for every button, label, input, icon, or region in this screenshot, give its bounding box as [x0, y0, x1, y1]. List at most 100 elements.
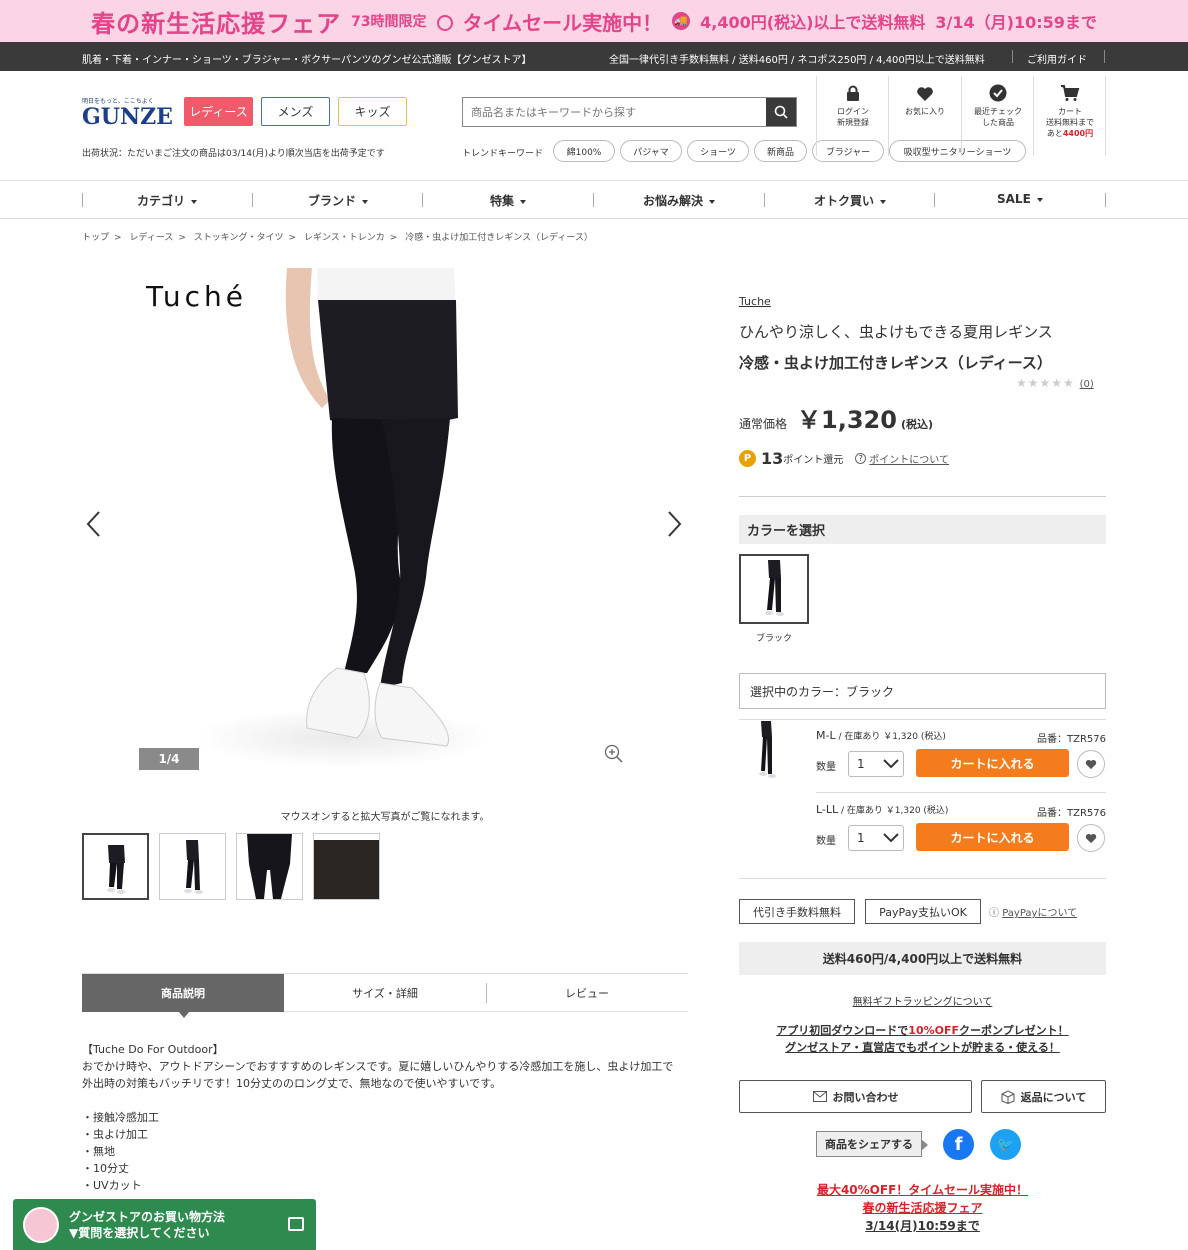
rating-stars[interactable]: ★★★★★ (0): [1016, 376, 1094, 390]
ladies-button[interactable]: レディース: [184, 97, 253, 126]
gunze-logo[interactable]: 明日をもっと、ここちよく GUNZE: [82, 96, 173, 129]
nav-sale[interactable]: SALE: [997, 192, 1043, 206]
promo-banner[interactable]: 春の新生活応援フェア 73時間限定 タイムセール実施中！ 🚚 4,400円(税込…: [0, 0, 1188, 42]
kids-button[interactable]: キッズ: [338, 97, 407, 126]
quantity-select[interactable]: 1: [848, 751, 904, 777]
trend-keyword[interactable]: ショーツ: [687, 140, 749, 162]
help-subtitle: ▼質問を選択してください: [69, 1225, 210, 1240]
search-bar: [462, 97, 797, 127]
points-info-link[interactable]: ポイントについて: [869, 451, 949, 466]
review-count[interactable]: (0): [1080, 379, 1094, 390]
delivery-icon: 🚚: [672, 12, 691, 30]
product-main-image[interactable]: [82, 268, 688, 780]
divider: [739, 719, 1106, 720]
divider: [961, 76, 962, 156]
feature-item: ・虫よけ加工: [82, 1128, 148, 1141]
divider: [934, 193, 935, 207]
global-nav: カテゴリ ブランド 特集 お悩み解決 オトク買い SALE: [0, 180, 1188, 219]
caret-down-icon: [1036, 197, 1043, 202]
chevron-right-icon[interactable]: [665, 510, 683, 538]
trend-keyword[interactable]: パジャマ: [620, 140, 682, 162]
nav-solutions[interactable]: お悩み解決: [643, 192, 716, 209]
favorites-link[interactable]: お気に入り: [890, 82, 960, 117]
tab-size-details[interactable]: サイズ・詳細: [284, 974, 486, 1012]
description-line: 外出時の対策もバッチリです！10分丈ののロング丈で、無地なので使いやすいです。: [82, 1077, 502, 1090]
cart-remain: あと4400円: [1046, 129, 1094, 138]
nav-deals[interactable]: オトク買い: [814, 192, 887, 209]
trend-keyword[interactable]: 吸収型サニタリーショーツ: [889, 140, 1026, 162]
recently-viewed-link[interactable]: 最近チェック した商品: [963, 82, 1033, 128]
breadcrumb-item[interactable]: レギンス・トレンカ: [304, 233, 385, 243]
nav-category[interactable]: カテゴリ: [137, 192, 198, 209]
divider: [816, 76, 817, 156]
question-icon: ⓘ: [989, 908, 999, 919]
timesale-link[interactable]: 最大40%OFF！タイムセール実施中！ 春の新生活応援フェア 3/14(月)10…: [739, 1181, 1106, 1235]
shopping-guide-widget[interactable]: グンゼストアのお買い物方法 ▼質問を選択してください: [13, 1199, 316, 1250]
image-counter: 1/4: [139, 748, 199, 770]
shipping-box: 送料460円/4,400円以上で送料無料: [739, 942, 1106, 975]
add-to-cart-button[interactable]: カートに入れる: [916, 749, 1069, 777]
search-input[interactable]: [463, 98, 766, 126]
breadcrumb-item[interactable]: レディース: [129, 233, 173, 243]
brand-link[interactable]: Tuche: [739, 295, 1106, 308]
trend-keyword[interactable]: ブラジャー: [812, 140, 884, 162]
thumbnail[interactable]: [236, 833, 303, 900]
login-link[interactable]: ログイン 新規登録: [818, 82, 888, 128]
thumbnail[interactable]: [82, 833, 149, 900]
color-swatch-black[interactable]: [739, 554, 809, 624]
product-name: 冷感・虫よけ加工付きレギンス（レディース）: [739, 354, 1052, 372]
product-tabs: 商品説明 サイズ・詳細 レビュー: [82, 973, 688, 1018]
recent-label-2: した商品: [982, 118, 1014, 127]
nav-brand[interactable]: ブランド: [308, 192, 369, 209]
contact-button[interactable]: お問い合わせ: [739, 1080, 972, 1113]
divider: [816, 792, 1106, 793]
breadcrumb-item[interactable]: ストッキング・タイツ: [194, 233, 284, 243]
guide-link[interactable]: ご利用ガイド: [1027, 51, 1087, 66]
favorite-button[interactable]: [1077, 750, 1105, 778]
zoom-in-icon[interactable]: [604, 744, 624, 764]
help-title: グンゼストアのお買い物方法: [69, 1209, 226, 1224]
price-label: 通常価格: [739, 417, 788, 431]
divider: [1105, 76, 1106, 156]
description-heading: 【Tuche Do For Outdoor】: [82, 1043, 224, 1056]
cart-note: 送料無料まで: [1046, 118, 1094, 127]
breadcrumb-item[interactable]: トップ: [82, 233, 109, 243]
twitter-icon[interactable]: 🐦: [990, 1129, 1021, 1160]
promo-title: 春の新生活応援フェア: [91, 8, 342, 38]
returns-button[interactable]: 返品について: [981, 1080, 1106, 1113]
chevron-down-icon: [883, 833, 899, 843]
favorite-button[interactable]: [1077, 824, 1105, 852]
divider: [1012, 50, 1013, 63]
quantity-select[interactable]: 1: [848, 825, 904, 851]
cart-link[interactable]: カート 送料無料まで あと4400円: [1035, 82, 1105, 139]
feature-item: ・10分丈: [82, 1162, 129, 1175]
chevron-left-icon[interactable]: [85, 510, 103, 538]
sku-image: [759, 721, 776, 778]
top-info-bar: 肌着・下着・インナー・ショーツ・ブラジャー・ボクサーパンツのグンゼ公式通販【グン…: [0, 42, 1188, 71]
trend-keyword[interactable]: 綿100%: [553, 140, 615, 162]
heart-icon: [1085, 759, 1097, 769]
trend-keyword[interactable]: 新商品: [754, 140, 807, 162]
nav-feature[interactable]: 特集: [490, 192, 527, 209]
breadcrumb-current: 冷感・虫よけ加工付きレギンス（レディース）: [405, 233, 593, 243]
tab-description[interactable]: 商品説明: [82, 974, 284, 1018]
paypay-info-link[interactable]: ⓘ PayPayについて: [989, 904, 1077, 919]
description-line: おでかけ時や、アウトドアシーンでおすすすめのレギンスです。夏に嬉しいひんやりする…: [82, 1060, 674, 1073]
divider: [1104, 50, 1105, 63]
mens-button[interactable]: メンズ: [261, 97, 330, 126]
lock-icon: [818, 82, 888, 102]
chat-icon: [288, 1217, 304, 1231]
tab-reviews[interactable]: レビュー: [486, 974, 688, 1012]
chevron-down-icon: [883, 759, 899, 769]
caret-down-icon: [709, 199, 716, 204]
app-download-link[interactable]: アプリ初回ダウンロードで10%OFFクーポンプレゼント！ グンゼストア・直営店で…: [739, 1022, 1106, 1056]
facebook-icon[interactable]: f: [943, 1129, 974, 1160]
thumbnail[interactable]: [313, 833, 380, 900]
breadcrumb: トップ > レディース > ストッキング・タイツ > レギンス・トレンカ > 冷感・虫よ…: [82, 233, 593, 243]
add-to-cart-button[interactable]: カートに入れる: [916, 823, 1069, 851]
product-catchcopy: ひんやり涼しく、虫よけもできる夏用レギンス: [739, 323, 1053, 341]
gift-wrapping-link[interactable]: 無料ギフトラッピングについて: [739, 993, 1106, 1008]
thumbnail[interactable]: [159, 833, 226, 900]
search-button[interactable]: [766, 98, 796, 126]
points-row: P 13 ポイント還元 ? ポイントについて: [739, 449, 1106, 468]
